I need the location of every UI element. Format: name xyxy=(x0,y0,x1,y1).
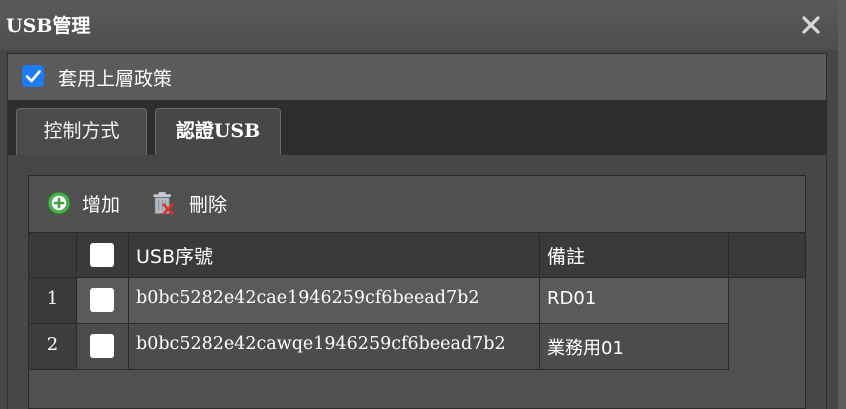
add-button[interactable]: 增加 xyxy=(46,188,132,218)
row-number: 2 xyxy=(46,334,59,355)
dialog-titlebar: USB管理 xyxy=(0,0,846,50)
add-circle-icon xyxy=(47,191,71,215)
header-note-label: 備註 xyxy=(547,246,586,268)
add-label: 增加 xyxy=(82,194,121,216)
trash-delete-icon xyxy=(153,192,174,215)
inherit-policy-row: 套用上層政策 xyxy=(7,53,827,101)
usb-grid-panel: 增加 刪除 USB序號 備註 1 b0bc5282e42cae1946259cf… xyxy=(28,175,806,409)
header-serial-label: USB序號 xyxy=(136,246,214,268)
serial-cell: b0bc5282e42cae1946259cf6beead7b2 xyxy=(129,278,540,323)
grid-header: USB序號 備註 xyxy=(29,232,805,278)
close-icon xyxy=(802,16,820,34)
window-edge xyxy=(838,0,846,409)
row-number-cell: 1 xyxy=(29,278,77,323)
delete-label: 刪除 xyxy=(189,194,228,216)
note-text: 業務用01 xyxy=(547,338,624,359)
header-serial[interactable]: USB序號 xyxy=(129,233,540,277)
header-note[interactable]: 備註 xyxy=(540,233,729,277)
serial-text: b0bc5282e42cae1946259cf6beead7b2 xyxy=(136,288,480,308)
note-text: RD01 xyxy=(547,288,597,309)
delete-button[interactable]: 刪除 xyxy=(150,188,240,218)
dialog-title: USB管理 xyxy=(6,15,91,37)
checkmark-icon xyxy=(25,70,41,83)
row-number-cell: 2 xyxy=(29,324,77,369)
inherit-policy-label: 套用上層政策 xyxy=(58,68,173,90)
header-select-cell xyxy=(77,233,129,277)
row-select-cell xyxy=(77,324,129,369)
usb-management-dialog: USB管理 套用上層政策 控制方式 認證USB 增加 刪除 USB序號 備註 1… xyxy=(0,0,846,409)
row-number: 1 xyxy=(46,288,59,309)
row-checkbox[interactable] xyxy=(90,334,114,358)
note-cell: 業務用01 xyxy=(540,324,729,369)
serial-text: b0bc5282e42cawqe1946259cf6beead7b2 xyxy=(136,334,506,354)
header-row-number xyxy=(29,233,77,277)
tab-bar: 控制方式 認證USB xyxy=(7,101,827,156)
serial-cell: b0bc5282e42cawqe1946259cf6beead7b2 xyxy=(129,324,540,369)
select-all-checkbox[interactable] xyxy=(90,243,114,267)
header-filler xyxy=(729,233,805,277)
grid-toolbar: 增加 刪除 xyxy=(29,176,805,232)
row-checkbox[interactable] xyxy=(90,288,114,312)
tab-content: 增加 刪除 USB序號 備註 1 b0bc5282e42cae1946259cf… xyxy=(7,155,827,409)
row-select-cell xyxy=(77,278,129,323)
tab-control-method[interactable]: 控制方式 xyxy=(16,108,147,155)
close-button[interactable] xyxy=(796,10,826,40)
tab-authenticated-usb[interactable]: 認證USB xyxy=(155,108,281,156)
note-cell: RD01 xyxy=(540,278,729,323)
table-row[interactable]: 2 b0bc5282e42cawqe1946259cf6beead7b2 業務用… xyxy=(29,324,729,370)
grid-empty-area xyxy=(29,370,805,408)
table-row[interactable]: 1 b0bc5282e42cae1946259cf6beead7b2 RD01 xyxy=(29,278,729,324)
inherit-policy-checkbox[interactable] xyxy=(22,65,44,87)
